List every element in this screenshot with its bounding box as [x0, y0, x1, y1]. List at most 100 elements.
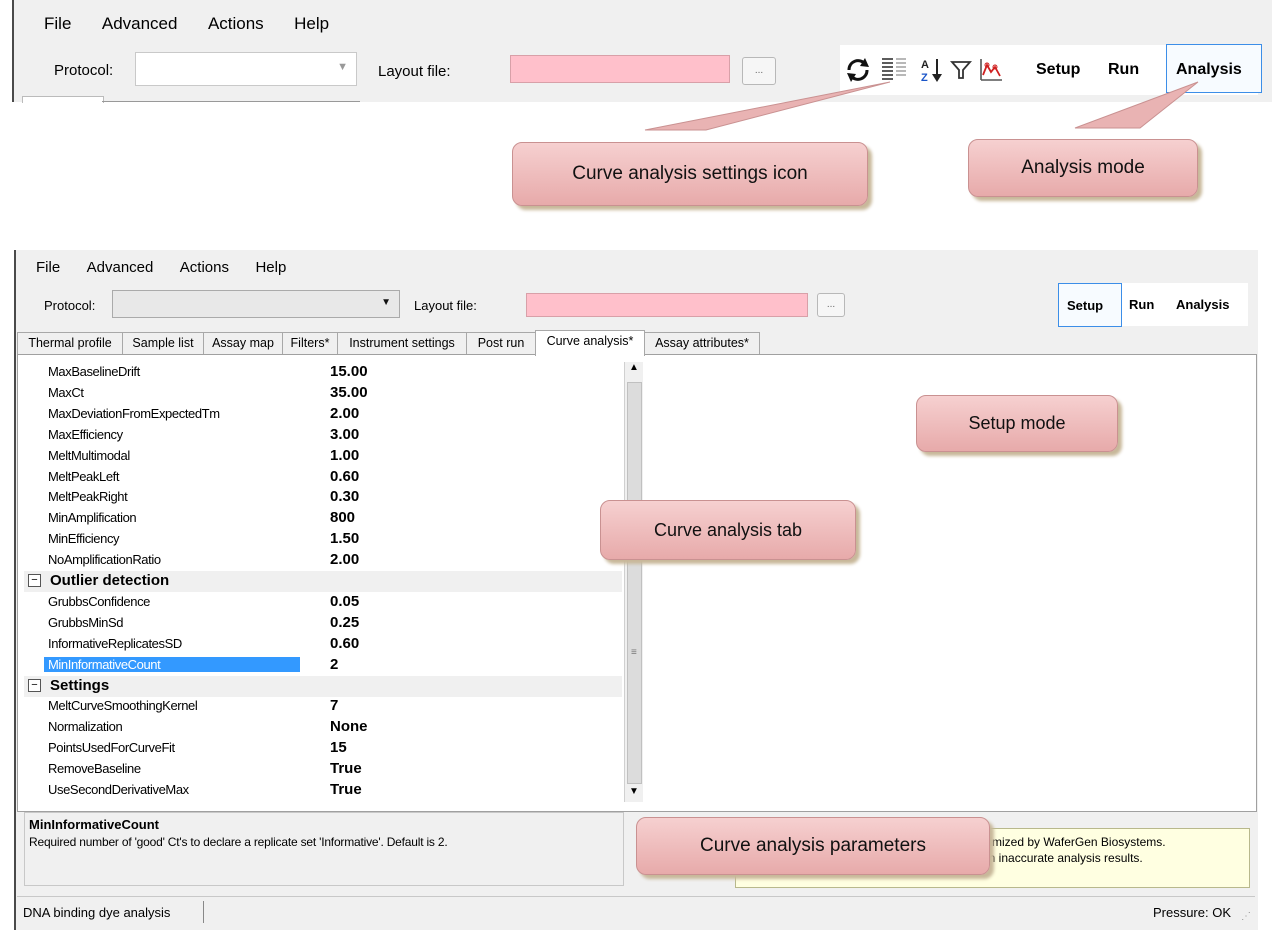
scroll-thumb[interactable]: ≡ — [627, 382, 642, 784]
grid-value[interactable]: 0.05 — [330, 593, 359, 610]
grid-row[interactable]: Normalization None — [24, 717, 622, 738]
warning-line-1: timized by WaferGen Biosystems. — [986, 835, 1166, 849]
grid-key: MinInformativeCount — [44, 656, 301, 672]
grid-key: Settings — [50, 676, 110, 694]
grid-row[interactable]: MeltCurveSmoothingKernel 7 — [24, 696, 622, 717]
grid-value[interactable]: 2.00 — [330, 551, 359, 568]
collapse-icon[interactable]: − — [28, 574, 41, 587]
tab-curve-analysis[interactable]: Curve analysis* — [535, 330, 645, 356]
grid-key: MaxCt — [48, 384, 84, 400]
status-divider — [203, 901, 204, 923]
grid-key: GrubbsMinSd — [48, 614, 124, 630]
description-text: Required number of 'good' Ct's to declar… — [29, 835, 448, 849]
bottom-menu-bar: File Advanced Actions Help — [36, 259, 308, 277]
grid-value[interactable]: 15.00 — [330, 363, 368, 380]
grid-row[interactable]: NoAmplificationRatio 2.00 — [24, 550, 622, 571]
grid-key: InformativeReplicatesSD — [48, 635, 182, 651]
grid-row[interactable]: GrubbsConfidence 0.05 — [24, 592, 622, 613]
grid-value[interactable]: 1.50 — [330, 530, 359, 547]
grid-row[interactable]: MinAmplification 800 — [24, 508, 622, 529]
tab-assay-attributes[interactable]: Assay attributes* — [644, 332, 760, 355]
browse-button[interactable]: ... — [817, 293, 845, 317]
grid-key: MinEfficiency — [48, 531, 120, 547]
grid-row[interactable]: PointsUsedForCurveFit 15 — [24, 738, 622, 759]
run-mode-button[interactable]: Run — [1129, 297, 1154, 312]
grid-row[interactable]: MaxBaselineDrift 15.00 — [24, 362, 622, 383]
grid-row[interactable]: MeltPeakRight 0.30 — [24, 487, 622, 508]
grid-key: MaxDeviationFromExpectedTm — [48, 405, 220, 421]
tab-thermal-profile[interactable]: Thermal profile — [17, 332, 123, 355]
grid-row[interactable]: MaxDeviationFromExpectedTm 2.00 — [24, 404, 622, 425]
callout-curve-analysis-tab: Curve analysis tab — [600, 500, 856, 560]
callout-setup-mode: Setup mode — [916, 395, 1118, 452]
collapse-icon[interactable]: − — [28, 678, 41, 692]
grid-key: MeltCurveSmoothingKernel — [48, 698, 198, 714]
grid-key: NoAmplificationRatio — [48, 552, 161, 568]
grid-row[interactable]: MeltMultimodal 1.00 — [24, 446, 622, 467]
layout-file-input[interactable] — [526, 293, 808, 317]
callout-settings-icon: Curve analysis settings icon — [512, 142, 868, 206]
grid-category[interactable]: − Settings — [24, 675, 622, 697]
tab-instrument-settings[interactable]: Instrument settings — [337, 332, 467, 355]
grid-key: MeltPeakRight — [48, 489, 128, 505]
grid-row[interactable]: InformativeReplicatesSD 0.60 — [24, 634, 622, 655]
tab-filters[interactable]: Filters* — [282, 332, 338, 355]
grid-row[interactable]: RemoveBaseline True — [24, 759, 622, 780]
grid-key: Normalization — [48, 719, 123, 735]
status-bar: DNA binding dye analysis Pressure: OK ⋰ — [17, 896, 1255, 929]
grid-row[interactable]: GrubbsMinSd 0.25 — [24, 613, 622, 634]
tab-assay-map[interactable]: Assay map — [203, 332, 283, 355]
grid-value[interactable]: 15 — [330, 739, 347, 756]
scroll-down-icon[interactable]: ▼ — [629, 786, 639, 797]
grid-category[interactable]: − Outlier detection — [24, 571, 622, 592]
grid-value[interactable]: 0.25 — [330, 614, 359, 631]
protocol-label: Protocol: — [44, 298, 96, 313]
analysis-mode-button[interactable]: Analysis — [1176, 297, 1229, 312]
warning-line-2: in inaccurate analysis results. — [986, 851, 1143, 865]
description-panel: MinInformativeCount Required number of '… — [24, 812, 624, 886]
setup-mode-button[interactable]: Setup — [1058, 283, 1122, 327]
protocol-dropdown[interactable]: ▼ — [112, 290, 400, 318]
grid-value[interactable]: None — [330, 718, 368, 735]
grid-value[interactable]: 35.00 — [330, 384, 368, 401]
grid-key: PointsUsedForCurveFit — [48, 740, 175, 756]
callout-analysis-mode: Analysis mode — [968, 139, 1198, 197]
grid-row[interactable]: UseSecondDerivativeMax True — [24, 780, 622, 801]
menu-actions[interactable]: Actions — [180, 259, 229, 276]
callout-curve-analysis-parameters: Curve analysis parameters — [636, 817, 990, 875]
description-title: MinInformativeCount — [29, 817, 159, 832]
status-right: Pressure: OK — [1152, 905, 1231, 920]
status-left: DNA binding dye analysis — [23, 905, 171, 920]
scroll-up-icon[interactable]: ▲ — [629, 362, 639, 373]
grid-key: GrubbsConfidence — [48, 593, 150, 609]
grid-value[interactable]: 3.00 — [330, 426, 359, 443]
menu-help[interactable]: Help — [255, 259, 286, 276]
grid-row[interactable]: MinEfficiency 1.50 — [24, 529, 622, 550]
grid-row[interactable]: MaxCt 35.00 — [24, 383, 622, 404]
property-grid-scrollbar[interactable]: ▲ ≡ ▼ — [624, 362, 643, 802]
grid-row[interactable]: MeltPeakLeft 0.60 — [24, 467, 622, 488]
resize-grip-icon: ⋰ — [1241, 911, 1251, 922]
grid-value[interactable]: 0.30 — [330, 488, 359, 505]
grid-value[interactable]: True — [330, 781, 362, 798]
grip-icon: ≡ — [631, 647, 637, 658]
grid-row[interactable]: MinInformativeCount 2 — [24, 655, 622, 676]
grid-value[interactable]: 2.00 — [330, 405, 359, 422]
grid-value[interactable]: 0.60 — [330, 635, 359, 652]
tab-post-run[interactable]: Post run — [466, 332, 536, 355]
grid-key: MaxEfficiency — [48, 426, 123, 442]
grid-value[interactable]: 0.60 — [330, 468, 359, 485]
grid-row[interactable]: MaxEfficiency 3.00 — [24, 425, 622, 446]
menu-file[interactable]: File — [36, 259, 60, 276]
menu-advanced[interactable]: Advanced — [87, 259, 154, 276]
grid-value[interactable]: 1.00 — [330, 447, 359, 464]
grid-key: RemoveBaseline — [48, 761, 141, 777]
grid-value[interactable]: 800 — [330, 509, 355, 526]
grid-key: MinAmplification — [48, 510, 137, 526]
grid-value[interactable]: 2 — [330, 656, 338, 673]
grid-value[interactable]: 7 — [330, 697, 338, 714]
grid-value[interactable]: True — [330, 760, 362, 777]
setup-mode-label: Setup — [1067, 298, 1104, 313]
grid-key: MeltMultimodal — [48, 447, 130, 463]
tab-sample-list[interactable]: Sample list — [122, 332, 204, 355]
